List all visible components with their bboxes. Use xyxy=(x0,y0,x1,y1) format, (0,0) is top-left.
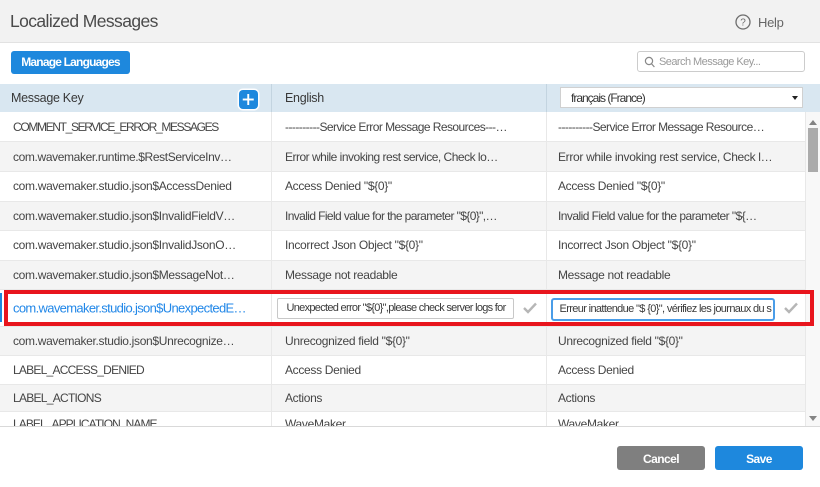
svg-text:?: ? xyxy=(740,18,746,29)
